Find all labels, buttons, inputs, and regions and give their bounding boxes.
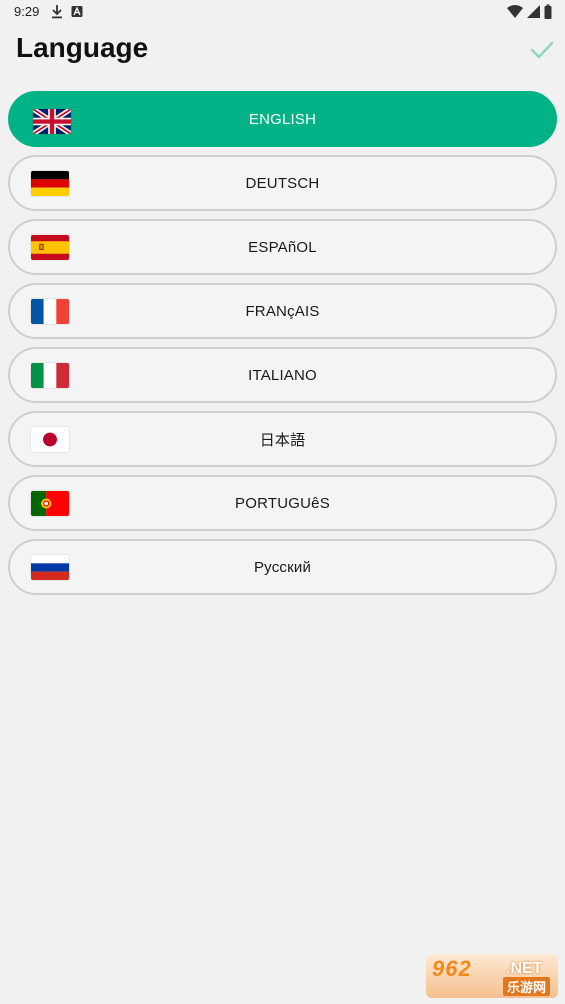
language-item-portugues[interactable]: PORTUGUêS: [8, 475, 557, 531]
language-label: PORTUGUêS: [235, 494, 330, 512]
language-label: 日本語: [259, 431, 306, 449]
language-item-deutsch[interactable]: DEUTSCH: [8, 155, 557, 211]
language-label: ENGLISH: [248, 110, 317, 128]
watermark-number: 962: [432, 956, 472, 981]
language-item-italiano[interactable]: ITALIANO: [8, 347, 557, 403]
language-item-russian[interactable]: Русский: [8, 539, 557, 595]
language-item-espanol[interactable]: ESPAñOL: [8, 219, 557, 275]
a-notification-icon: [71, 6, 83, 17]
status-time: 9:29: [14, 4, 40, 19]
language-screen: 9:29 Language ENGLISH DEUTSCH ESPAñOL FR…: [0, 0, 565, 1004]
wifi-icon: [507, 5, 523, 18]
language-label: DEUTSCH: [245, 174, 320, 192]
watermark-text: 乐游网: [502, 977, 550, 996]
language-item-english[interactable]: ENGLISH: [8, 91, 557, 147]
download-icon: [52, 5, 62, 19]
battery-icon: [544, 4, 552, 19]
signal-icon: [527, 5, 540, 18]
check-icon[interactable]: [528, 36, 556, 64]
language-item-francais[interactable]: FRANçAIS: [8, 283, 557, 339]
language-label: ITALIANO: [248, 366, 317, 384]
status-bar: 9:29: [0, 0, 565, 26]
language-label: ESPAñOL: [248, 238, 317, 256]
watermark-logo: 962 .NET 乐游网: [426, 954, 558, 998]
language-item-japanese[interactable]: 日本語: [8, 411, 557, 467]
page-title: Language: [16, 32, 149, 63]
language-list: ENGLISH DEUTSCH ESPAñOL FRANçAIS ITALIAN…: [8, 91, 557, 603]
watermark-suffix: .NET: [506, 960, 543, 977]
language-label: FRANçAIS: [245, 302, 320, 320]
language-label: Русский: [253, 558, 312, 576]
